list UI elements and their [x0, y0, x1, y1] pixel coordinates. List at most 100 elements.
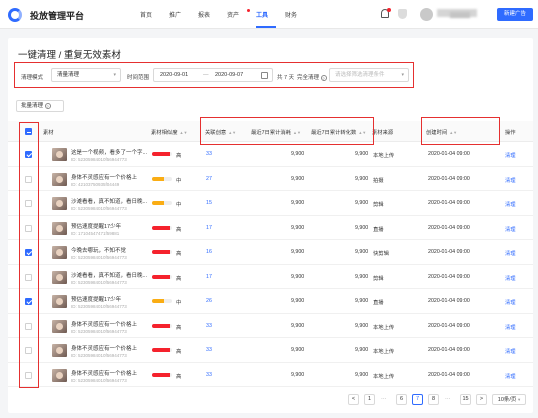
- avatar[interactable]: [420, 8, 433, 21]
- source-value: 直播: [373, 226, 384, 233]
- time-range-label: 时间范围: [127, 75, 150, 81]
- similarity-bar: [152, 176, 172, 181]
- prev-page-button[interactable]: <: [348, 394, 359, 405]
- nav-item-4[interactable]: 工具: [256, 10, 285, 28]
- video-thumbnail[interactable]: [52, 270, 67, 284]
- table-row: 预估速度提醒17少年 ID: 52305984010f56944773 中 26 9,9…: [8, 289, 533, 314]
- nav-item-5[interactable]: 财务: [285, 10, 314, 19]
- material-id: ID: 52305984010f56944773: [71, 304, 127, 309]
- similarity-bar-fill: [152, 323, 170, 328]
- table-row: 这是一个视频，看多了一个字... ID: 52305984010f56944773…: [8, 142, 533, 167]
- highlight-time-header: [421, 117, 500, 145]
- cost-value: 9,900: [291, 175, 305, 182]
- cost-value: 9,900: [291, 347, 305, 353]
- creative-count-link[interactable]: 17: [206, 225, 212, 231]
- help-icon[interactable]: ?: [320, 74, 327, 81]
- created-time: 2020-01-04 09:00: [428, 175, 470, 182]
- date-range-picker[interactable]: 2020-09-01 — 2020-09-07: [153, 68, 273, 82]
- creative-count-link[interactable]: 33: [206, 323, 212, 329]
- creative-count-link[interactable]: 33: [206, 372, 212, 378]
- cost-value: 9,900: [291, 249, 305, 255]
- similarity-bar: [152, 225, 172, 230]
- similarity-bar-fill: [152, 299, 164, 303]
- creative-count-link[interactable]: 17: [206, 274, 212, 280]
- source-value: 剪辑: [373, 275, 384, 282]
- page-button[interactable]: 15: [460, 394, 471, 405]
- video-thumbnail[interactable]: [52, 344, 67, 357]
- cleanup-action-link[interactable]: 清理: [505, 249, 516, 257]
- nav-item-3[interactable]: 资产: [227, 9, 256, 19]
- created-time: 2020-01-04 09:00: [428, 347, 470, 353]
- similarity-bar-fill: [152, 176, 164, 181]
- conversion-value: 9,900: [355, 151, 369, 157]
- mode-label: 清理模式: [21, 75, 44, 81]
- ellipsis: ···: [381, 396, 387, 402]
- page-button[interactable]: 1: [364, 394, 375, 405]
- video-thumbnail[interactable]: [52, 295, 67, 308]
- next-page-button[interactable]: >: [476, 394, 487, 405]
- page-button[interactable]: 6: [396, 394, 407, 405]
- similarity-bar: [152, 299, 172, 303]
- similarity-bar-fill: [152, 152, 170, 156]
- video-thumbnail[interactable]: [52, 172, 67, 186]
- conversion-value: 9,900: [355, 371, 369, 378]
- cleanup-action-link[interactable]: 清理: [505, 298, 516, 306]
- page-size-value: 10条/页: [497, 397, 517, 403]
- nav-item-label: 资产: [227, 13, 240, 19]
- col-material: 素材: [43, 130, 54, 136]
- similarity-bar-fill: [152, 250, 170, 254]
- material-id: ID: 42103750935f04449: [71, 181, 120, 187]
- created-time: 2020-01-04 09:00: [428, 298, 470, 304]
- similarity-level: 中: [176, 177, 182, 184]
- batch-cleanup-button[interactable]: 批量清理 ?: [16, 100, 64, 112]
- shield-icon[interactable]: [398, 9, 407, 19]
- material-title: 预估速度提醒17少年: [71, 297, 122, 303]
- similarity-bar-fill: [152, 274, 170, 279]
- creative-count-link[interactable]: 26: [206, 298, 212, 304]
- cleanup-action-link[interactable]: 清理: [505, 323, 516, 331]
- similarity-bar-fill: [152, 372, 170, 377]
- creative-count-link[interactable]: 16: [206, 249, 212, 255]
- material-id: ID: 52305984010f56944773: [71, 377, 127, 383]
- nav-item-1[interactable]: 推广: [169, 10, 198, 19]
- video-thumbnail[interactable]: [52, 319, 67, 333]
- video-thumbnail[interactable]: [52, 197, 67, 210]
- current-page-button[interactable]: 7: [412, 394, 423, 405]
- page-size-select[interactable]: 10条/页 ▾: [492, 394, 526, 405]
- cleanup-action-link[interactable]: 清理: [505, 274, 516, 282]
- cleanup-action-link[interactable]: 清理: [505, 225, 516, 233]
- similarity-level: 高: [176, 349, 182, 355]
- nav-item-0[interactable]: 首页: [140, 10, 169, 19]
- cost-value: 9,900: [291, 298, 305, 304]
- nav-badge-dot: [247, 9, 250, 12]
- col-similarity[interactable]: 素材相似度 ▲▼: [151, 128, 187, 136]
- cleanup-action-link[interactable]: 清理: [505, 372, 516, 380]
- video-thumbnail[interactable]: [52, 148, 67, 161]
- creative-count-link[interactable]: 33: [206, 151, 212, 157]
- cleanup-action-link[interactable]: 清理: [505, 200, 516, 208]
- help-icon: ?: [44, 102, 51, 109]
- created-time: 2020-01-04 09:00: [428, 151, 470, 157]
- source-value: 剪辑: [373, 202, 384, 208]
- creative-count-link[interactable]: 15: [206, 200, 212, 206]
- creative-count-link[interactable]: 27: [206, 176, 212, 182]
- similarity-bar-fill: [152, 348, 170, 352]
- cleanup-action-link[interactable]: 清理: [505, 347, 516, 355]
- cleanup-action-link[interactable]: 清理: [505, 176, 516, 184]
- table-row: 身体不灵感应有一个价格上 ID: 42103750935f04449 中 27 9,90…: [8, 167, 533, 191]
- material-title: 身体不灵感应有一个价格上: [71, 174, 138, 181]
- mode-select[interactable]: 清量清理 ▾: [51, 68, 121, 82]
- creative-count-link[interactable]: 33: [206, 347, 212, 353]
- conversion-value: 9,900: [355, 249, 369, 255]
- nav-item-label: 工具: [256, 13, 269, 19]
- nav-item-label: 报表: [198, 13, 211, 19]
- cleanup-action-link[interactable]: 清理: [505, 151, 516, 159]
- page-button[interactable]: 8: [428, 394, 439, 405]
- video-thumbnail[interactable]: [52, 221, 67, 235]
- main-panel: 一键清理 / 重复无效素材 清理模式 清量清理 ▾ 时间范围 2020-09-0…: [8, 38, 533, 413]
- video-thumbnail[interactable]: [52, 246, 67, 259]
- cleanup-select[interactable]: 请选择筛选清理条件 ▾: [329, 68, 409, 82]
- new-ad-button[interactable]: 新建广告: [497, 8, 533, 21]
- nav-item-2[interactable]: 报表: [198, 10, 227, 19]
- video-thumbnail[interactable]: [52, 368, 67, 382]
